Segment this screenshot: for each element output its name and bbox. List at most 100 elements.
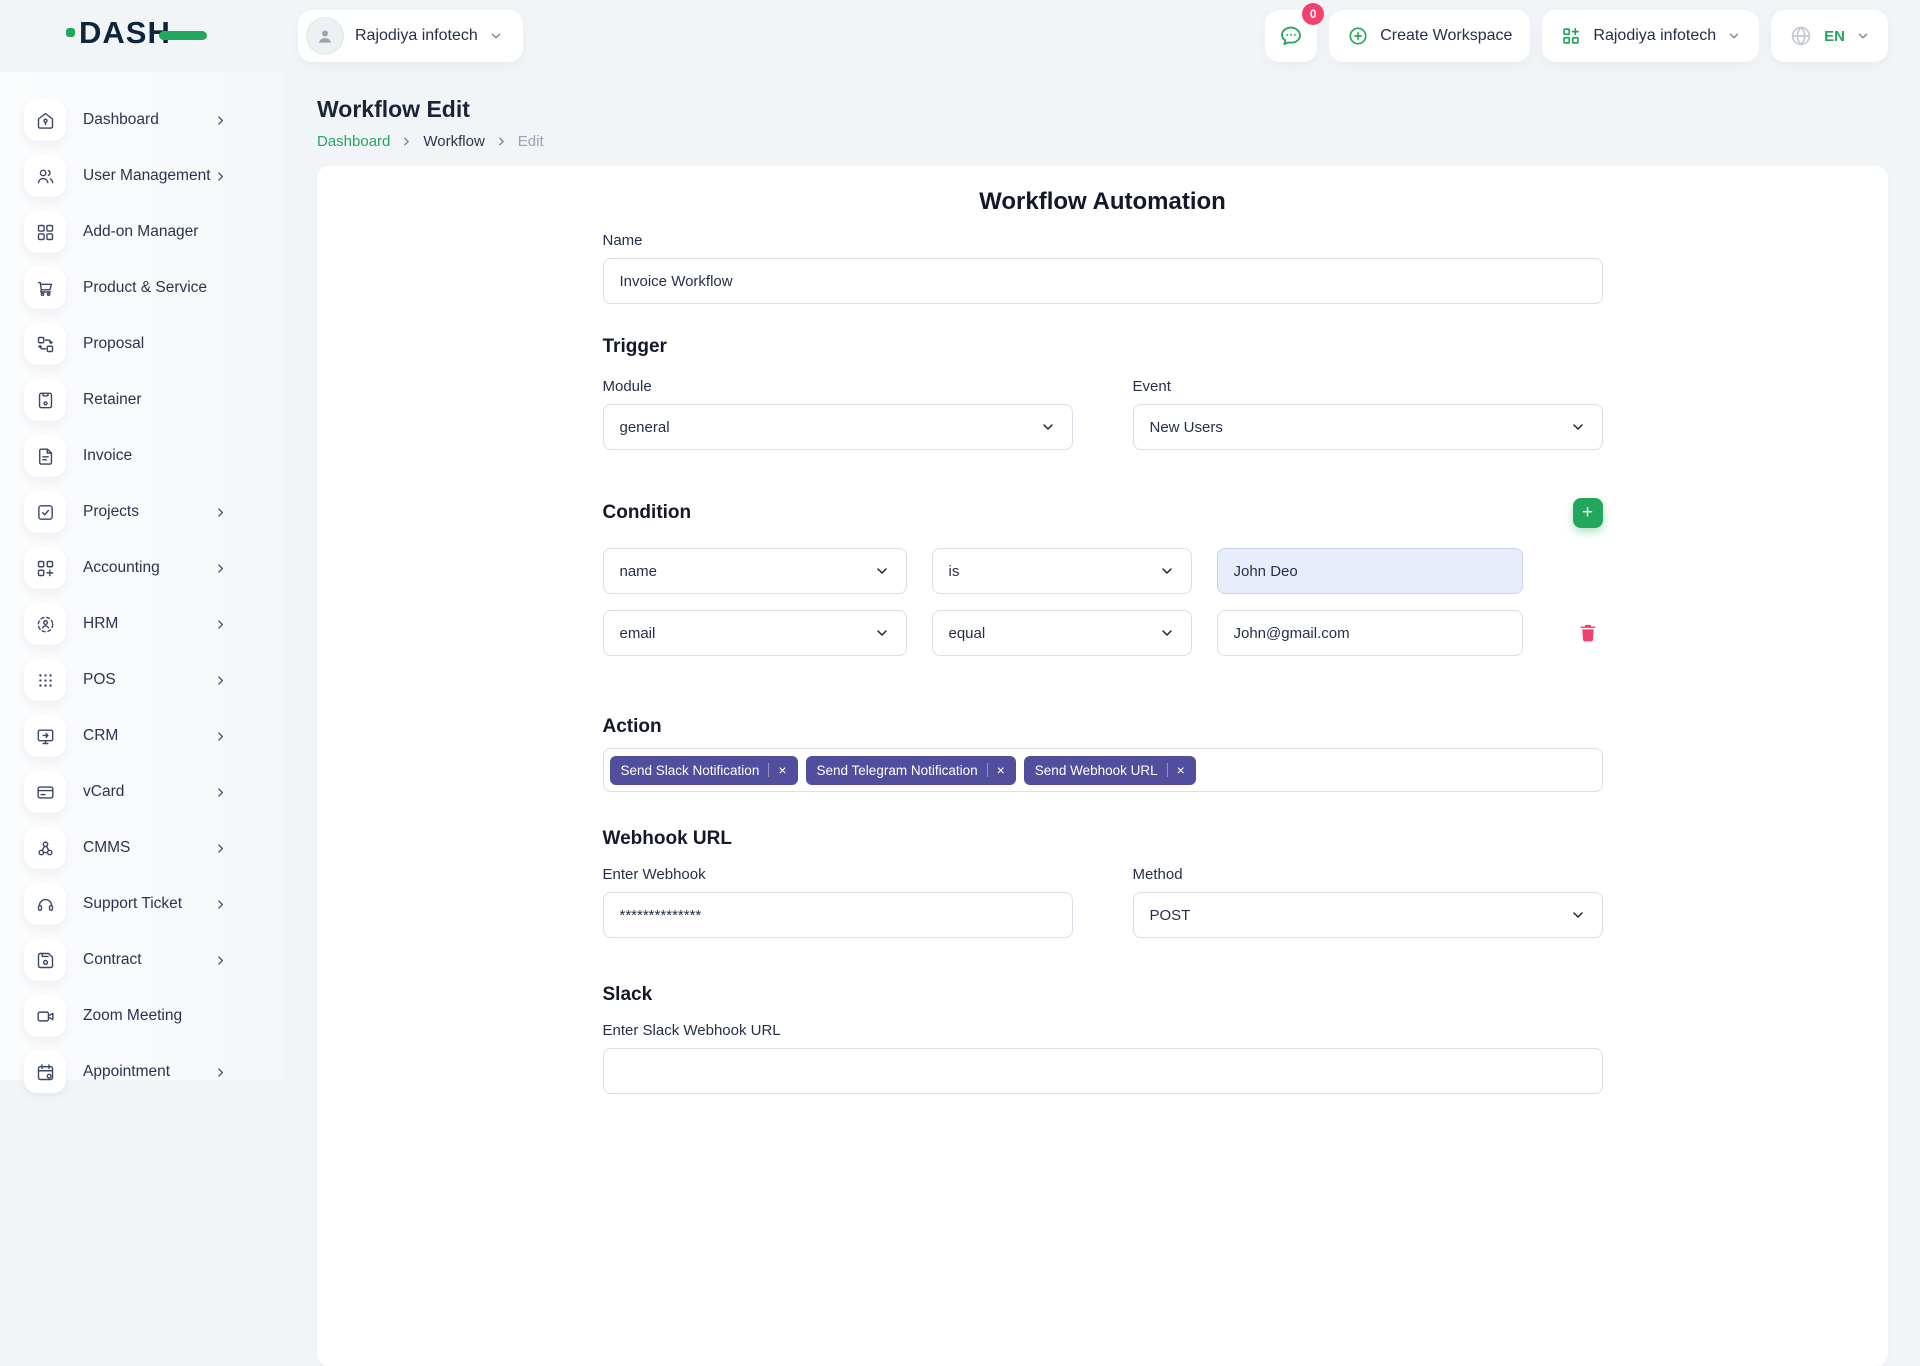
sidebar-item-label: Projects bbox=[83, 503, 139, 521]
video-icon bbox=[24, 995, 66, 1037]
sidebar-item-cmms[interactable]: CMMS bbox=[0, 820, 285, 876]
sidebar-item-pos[interactable]: POS bbox=[0, 652, 285, 708]
chevron-down-icon bbox=[489, 29, 503, 43]
condition-value-input[interactable] bbox=[1217, 610, 1523, 656]
sidebar-item-support-ticket[interactable]: Support Ticket bbox=[0, 876, 285, 932]
sidebar-item-contract[interactable]: Contract bbox=[0, 932, 285, 988]
action-tag: Send Telegram Notification× bbox=[806, 756, 1016, 785]
action-tag: Send Slack Notification × bbox=[610, 756, 798, 785]
sidebar-item-user-management[interactable]: User Management bbox=[0, 148, 285, 204]
enter-slack-webhook-label: Enter Slack Webhook URL bbox=[603, 1022, 1603, 1039]
condition-heading: Condition bbox=[603, 502, 692, 524]
chevron-down-icon bbox=[1856, 29, 1870, 43]
sidebar-item-hrm[interactable]: HRM bbox=[0, 596, 285, 652]
name-input[interactable] bbox=[603, 258, 1603, 304]
breadcrumb-link-dashboard[interactable]: Dashboard bbox=[317, 133, 390, 150]
sidebar-item-label: CRM bbox=[83, 727, 118, 745]
logo-dot bbox=[66, 28, 75, 37]
chevron-down-icon bbox=[1159, 563, 1175, 579]
language-selector[interactable]: EN bbox=[1771, 10, 1888, 62]
sidebar-item-invoice[interactable]: Invoice bbox=[0, 428, 285, 484]
add-condition-button[interactable]: + bbox=[1573, 498, 1603, 528]
enter-webhook-input[interactable] bbox=[603, 892, 1073, 938]
grid-plus-icon bbox=[24, 547, 66, 589]
action-tag-label: Send Slack Notification bbox=[621, 763, 760, 778]
sidebar-item-product-service[interactable]: Product & Service bbox=[0, 260, 285, 316]
globe-icon bbox=[1789, 24, 1813, 48]
remove-tag-button[interactable]: × bbox=[997, 763, 1005, 777]
condition-value-input[interactable] bbox=[1217, 548, 1523, 594]
chevron-right-icon bbox=[214, 954, 227, 967]
cart-icon bbox=[24, 267, 66, 309]
workspace-menu-label: Rajodiya infotech bbox=[1593, 27, 1716, 45]
workspace-switcher[interactable]: Rajodiya infotech bbox=[298, 10, 523, 62]
file-icon bbox=[24, 435, 66, 477]
sidebar-item-label: vCard bbox=[83, 783, 124, 801]
sidebar-item-projects[interactable]: Projects bbox=[0, 484, 285, 540]
home-icon bbox=[24, 99, 66, 141]
swap-squares-icon bbox=[24, 323, 66, 365]
sidebar-item-dashboard[interactable]: Dashboard bbox=[0, 92, 285, 148]
user-avatar-icon bbox=[306, 17, 344, 55]
messages-button[interactable]: 0 bbox=[1265, 10, 1317, 62]
delete-condition-button[interactable] bbox=[1575, 620, 1601, 646]
sidebar-item-appointment[interactable]: Appointment bbox=[0, 1044, 285, 1100]
method-label: Method bbox=[1133, 866, 1603, 883]
messages-count-badge: 0 bbox=[1302, 3, 1324, 25]
sidebar-item-label: HRM bbox=[83, 615, 118, 633]
users-icon bbox=[24, 155, 66, 197]
breadcrumb: Dashboard Workflow Edit bbox=[317, 133, 1888, 150]
sidebar-item-zoom-meeting[interactable]: Zoom Meeting bbox=[0, 988, 285, 1044]
sidebar-item-label: POS bbox=[83, 671, 116, 689]
condition-field-select[interactable]: email bbox=[603, 610, 907, 656]
method-select[interactable]: POST bbox=[1133, 892, 1603, 938]
chevron-right-icon bbox=[214, 898, 227, 911]
calendar-icon bbox=[24, 1051, 66, 1093]
remove-tag-button[interactable]: × bbox=[778, 763, 786, 777]
workspace-menu-button[interactable]: Rajodiya infotech bbox=[1542, 10, 1759, 62]
module-select-value: general bbox=[620, 419, 670, 436]
chevron-right-icon bbox=[214, 562, 227, 575]
event-select[interactable]: New Users bbox=[1133, 404, 1603, 450]
chevron-right-icon bbox=[214, 170, 227, 183]
sidebar-item-vcard[interactable]: vCard bbox=[0, 764, 285, 820]
language-code: EN bbox=[1824, 28, 1845, 45]
condition-row: email equal bbox=[603, 610, 1603, 656]
credit-card-icon bbox=[24, 771, 66, 813]
sidebar-item-proposal[interactable]: Proposal bbox=[0, 316, 285, 372]
chevron-down-icon bbox=[1570, 419, 1586, 435]
create-workspace-button[interactable]: Create Workspace bbox=[1329, 10, 1530, 62]
logo-bar bbox=[159, 31, 207, 40]
headset-icon bbox=[24, 883, 66, 925]
sidebar-item-retainer[interactable]: Retainer bbox=[0, 372, 285, 428]
chevron-right-icon bbox=[214, 506, 227, 519]
chevron-down-icon bbox=[874, 563, 890, 579]
condition-row-tools bbox=[1548, 620, 1603, 646]
grid-plus-icon bbox=[1560, 25, 1582, 47]
sidebar-item-add-on-manager[interactable]: Add-on Manager bbox=[0, 204, 285, 260]
workflow-card: Workflow Automation Name Trigger Module … bbox=[317, 166, 1888, 1366]
sidebar-item-label: Zoom Meeting bbox=[83, 1007, 182, 1025]
enter-slack-webhook-input[interactable] bbox=[603, 1048, 1603, 1094]
grid-icon bbox=[24, 211, 66, 253]
breadcrumb-current: Edit bbox=[518, 133, 544, 150]
sidebar-item-label: Proposal bbox=[83, 335, 144, 353]
event-label: Event bbox=[1133, 378, 1603, 395]
condition-field-select[interactable]: name bbox=[603, 548, 907, 594]
tag-separator bbox=[1167, 763, 1168, 777]
action-tags-input[interactable]: Send Slack Notification×Send Telegram No… bbox=[603, 748, 1603, 792]
remove-tag-button[interactable]: × bbox=[1177, 763, 1185, 777]
sidebar-item-label: Retainer bbox=[83, 391, 142, 409]
create-workspace-label: Create Workspace bbox=[1380, 27, 1512, 45]
sidebar-item-crm[interactable]: CRM bbox=[0, 708, 285, 764]
sidebar-item-accounting[interactable]: Accounting bbox=[0, 540, 285, 596]
condition-operator-select[interactable]: equal bbox=[932, 610, 1192, 656]
page-title: Workflow Edit bbox=[317, 96, 1888, 123]
slack-heading: Slack bbox=[603, 984, 1603, 1006]
chat-icon bbox=[1278, 23, 1304, 49]
sidebar-item-label: Support Ticket bbox=[83, 895, 182, 913]
tag-separator bbox=[987, 763, 988, 777]
condition-operator-value: is bbox=[949, 563, 960, 580]
condition-operator-select[interactable]: is bbox=[932, 548, 1192, 594]
module-select[interactable]: general bbox=[603, 404, 1073, 450]
